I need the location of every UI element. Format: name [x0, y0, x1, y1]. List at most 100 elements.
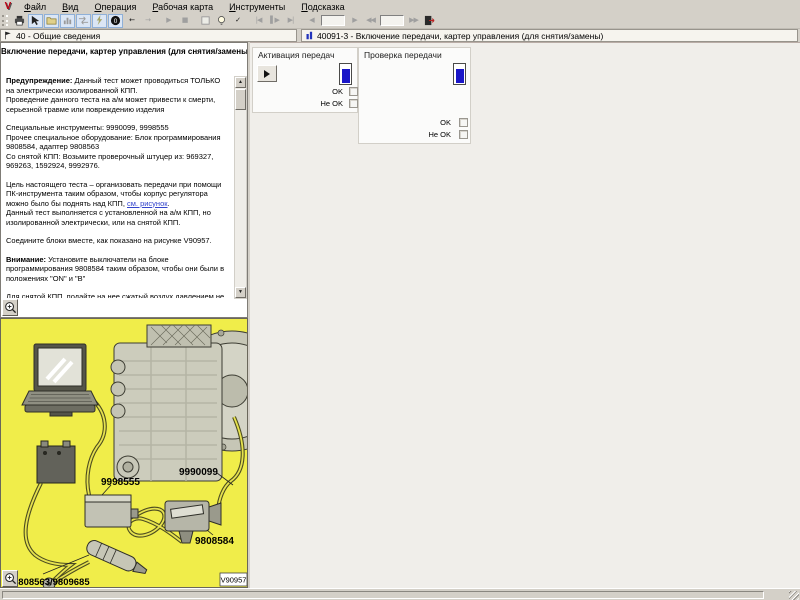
menu-operation[interactable]: Операция: [86, 2, 144, 12]
exit-icon: [424, 15, 435, 26]
ok-checkbox[interactable]: [349, 87, 358, 96]
menu-tools[interactable]: Инструменты: [221, 2, 293, 12]
not-ok-checkbox[interactable]: [349, 99, 358, 108]
gear-indicator: [339, 63, 352, 85]
ok-label: OK: [293, 87, 343, 96]
toolbar-sep-21: [299, 15, 303, 27]
toolbar-sep-13: [193, 15, 197, 27]
magnifier-plus-icon: [4, 572, 17, 585]
tab-left-label: 40 - Общие сведения: [16, 31, 100, 41]
gear-check-title: Проверка передачи: [364, 50, 442, 60]
back-button[interactable]: ←: [124, 14, 139, 28]
swap-icon: [78, 15, 89, 26]
magnifier-plus-icon: [4, 301, 17, 314]
info-icon: 0: [110, 15, 121, 26]
activate-button[interactable]: [92, 14, 107, 28]
svg-text:0: 0: [114, 18, 118, 25]
document-title: Включение передачи, картер управления (д…: [1, 47, 247, 56]
scrollbar-thumb[interactable]: [235, 89, 246, 110]
toolbar-sep-10: [156, 15, 160, 27]
not-ok-label: Не OK: [293, 99, 343, 108]
part-label-9990099: 9990099: [179, 467, 218, 478]
not-ok-checkbox[interactable]: [459, 130, 468, 139]
cursor-icon: [30, 15, 41, 26]
menu-worksheet[interactable]: Рабочая карта: [144, 2, 221, 12]
part-label-9808584: 9808584: [195, 536, 234, 547]
toolbar-grip: [2, 15, 8, 26]
laptop-drawing: [22, 344, 98, 416]
compare-button[interactable]: [76, 14, 91, 28]
ok-label: OK: [399, 118, 451, 127]
document-panel: Включение передачи, картер управления (д…: [0, 42, 248, 318]
tab-right-label: 40091-3 - Включение передачи, картер упр…: [317, 31, 603, 41]
operation-panel: Активация передач OK Не OK Проверка пере…: [250, 42, 800, 588]
gear-activation-group: Активация передач OK Не OK: [252, 47, 358, 113]
adapter-box-drawing: [85, 495, 138, 527]
gear-check-group: Проверка передачи OK Не OK: [358, 47, 471, 144]
pointer-button[interactable]: [28, 14, 43, 28]
document-text: Предупреждение: Данный тест может провод…: [6, 76, 230, 298]
transmission-drawing: [111, 325, 247, 481]
app-logo-icon: V: [0, 1, 16, 12]
scrollbar-up-button[interactable]: ▲: [235, 77, 246, 88]
flag-icon: [4, 31, 13, 40]
battery-drawing: [37, 441, 75, 483]
stop-button[interactable]: ■: [177, 14, 192, 28]
status-bar: [0, 588, 800, 600]
doc-link[interactable]: см. рисунок: [127, 199, 168, 208]
figure-ref-label: V90957: [221, 576, 247, 585]
zoom-document-button[interactable]: [2, 299, 18, 316]
menu-items: ФайлВидОперацияРабочая картаИнструментыП…: [16, 2, 353, 12]
tab-operation[interactable]: 40091-3 - Включение передачи, картер упр…: [301, 29, 798, 42]
figure-illustration: 9990099 9998555 9808584 9808563/9809685 …: [1, 319, 247, 587]
nav-next-button[interactable]: ▶: [347, 14, 362, 28]
not-ok-label: Не OK: [399, 130, 451, 139]
frame-button[interactable]: [198, 14, 213, 28]
toolbar: 0←→▶■✓|◀▌▶▶|◀▶◀◀▶▶: [0, 13, 800, 29]
graph-button[interactable]: [60, 14, 75, 28]
start-activation-button[interactable]: [257, 65, 277, 82]
open-button[interactable]: [44, 14, 59, 28]
figure-panel: 9990099 9998555 9808584 9808563/9809685 …: [0, 318, 248, 588]
lamp-button[interactable]: [214, 14, 229, 28]
lightning-icon: [94, 15, 105, 26]
ok-checkbox[interactable]: [459, 118, 468, 127]
nav-first-button[interactable]: ◀: [304, 14, 319, 28]
zoom-figure-button[interactable]: [2, 570, 18, 587]
resize-grip: [789, 591, 799, 600]
play-icon: [264, 70, 270, 78]
menu-bar: V ФайлВидОперацияРабочая картаИнструмент…: [0, 0, 800, 13]
play-button[interactable]: ▶: [161, 14, 176, 28]
lamp-icon: [216, 15, 227, 26]
nav-prev-fast-button[interactable]: ◀◀: [363, 14, 378, 28]
forward-button[interactable]: →: [140, 14, 155, 28]
part-label-9808563: 9808563/9809685: [13, 577, 90, 587]
step-first-button[interactable]: |◀: [251, 14, 266, 28]
page-input-2[interactable]: [380, 15, 404, 26]
print-icon: [14, 15, 25, 26]
gear-activation-title: Активация передач: [258, 50, 334, 60]
figure-ref-box: V90957: [220, 573, 247, 586]
menu-file[interactable]: Файл: [16, 2, 54, 12]
gear-indicator: [453, 63, 466, 85]
confirm-button[interactable]: ✓: [230, 14, 245, 28]
menu-help[interactable]: Подсказка: [293, 2, 352, 12]
info-button[interactable]: 0: [108, 14, 123, 28]
print-button[interactable]: [12, 14, 27, 28]
scrollbar-down-button[interactable]: ▼: [235, 287, 246, 298]
page-input-1[interactable]: [321, 15, 345, 26]
step-pause-button[interactable]: ▌▶: [267, 14, 282, 28]
tab-general-info[interactable]: 40 - Общие сведения: [0, 29, 297, 42]
menu-view[interactable]: Вид: [54, 2, 86, 12]
toolbar-sep-17: [246, 15, 250, 27]
step-last-button[interactable]: ▶|: [283, 14, 298, 28]
part-label-9998555: 9998555: [101, 477, 140, 488]
exit-button[interactable]: [422, 14, 437, 28]
connector-drawing: [85, 538, 150, 578]
chart-icon: [62, 15, 73, 26]
bar-chart-icon: [305, 31, 314, 40]
nav-last-button[interactable]: ▶▶: [406, 14, 421, 28]
document-scrollbar[interactable]: ▲ ▼: [234, 76, 247, 299]
frame-icon: [200, 15, 211, 26]
status-message-cell: [2, 591, 764, 599]
